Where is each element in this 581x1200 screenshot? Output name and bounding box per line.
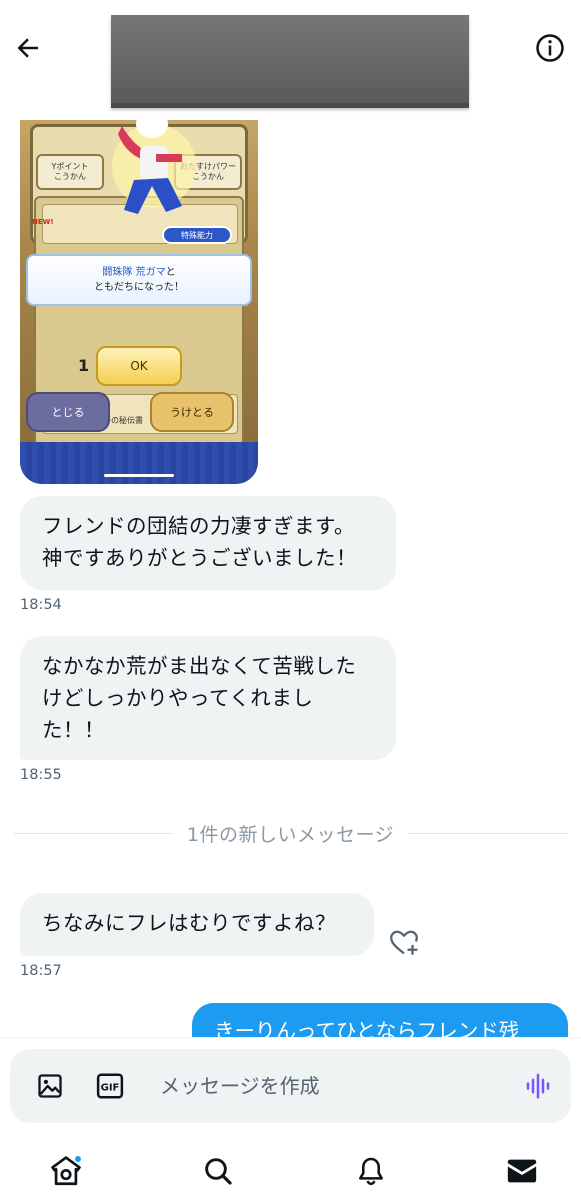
message-bubble[interactable]: ちなみにフレはむりですよね？ bbox=[20, 893, 374, 956]
home-indicator bbox=[104, 474, 174, 477]
message-line: ちなみにフレはむりですよね？ bbox=[42, 911, 336, 935]
friend-name: 闘珠隊 荒ガマ bbox=[102, 267, 166, 278]
add-gif-button[interactable]: GIF bbox=[94, 1070, 126, 1102]
friend-dialog: 闘珠隊 荒ガマと ともだちになった！ bbox=[26, 254, 252, 306]
nav-search[interactable] bbox=[196, 1149, 240, 1193]
message-line: た！！ bbox=[42, 718, 105, 742]
message-timestamp: 18:57 bbox=[20, 963, 62, 979]
game-tab-ypoint-label: Yポイント こうかん bbox=[51, 161, 89, 181]
skill-badge: 特殊能力 bbox=[162, 226, 232, 244]
message-composer: GIF bbox=[10, 1049, 571, 1123]
nav-home[interactable] bbox=[44, 1149, 88, 1193]
message-line: 神ですありがとうございました！ bbox=[42, 546, 357, 570]
arrow-left-icon bbox=[17, 38, 38, 58]
game-floor bbox=[20, 442, 258, 484]
heart-plus-icon bbox=[390, 930, 418, 955]
friend-dialog-line1: 闘珠隊 荒ガマと bbox=[102, 265, 175, 280]
voice-waveform-icon bbox=[526, 1073, 550, 1099]
message-bubble[interactable]: フレンドの団結の力凄すぎます。 神ですありがとうございました！ bbox=[20, 496, 396, 590]
divider-line bbox=[408, 832, 567, 834]
new-messages-divider: 1件の新しいメッセージ bbox=[14, 820, 567, 846]
message-line: けどしっかりやってくれまし bbox=[42, 686, 314, 710]
gif-icon: GIF bbox=[96, 1073, 124, 1099]
game-close-button: とじる bbox=[26, 392, 110, 432]
message-image-attachment[interactable]: Yポイント こうかん おたすけパワー こうかん 神ひっさつの秘伝書 NEW! 特… bbox=[20, 106, 258, 484]
game-tab-ypoint: Yポイント こうかん bbox=[36, 154, 104, 190]
new-label: NEW! bbox=[32, 218, 54, 226]
add-image-button[interactable] bbox=[34, 1070, 66, 1102]
game-receive-button: うけとる bbox=[150, 392, 234, 432]
info-icon bbox=[536, 34, 564, 62]
add-reaction-button[interactable] bbox=[386, 924, 422, 960]
nav-messages[interactable] bbox=[500, 1149, 544, 1193]
back-button[interactable] bbox=[8, 28, 48, 68]
divider-label: 1件の新しいメッセージ bbox=[186, 823, 395, 846]
message-input[interactable] bbox=[160, 1067, 500, 1105]
redacted-username bbox=[111, 15, 469, 108]
friend-dialog-line2: ともだちになった！ bbox=[94, 282, 184, 293]
notifications-icon bbox=[359, 1157, 383, 1186]
game-ok-button: OK bbox=[96, 346, 182, 386]
bottom-navigation bbox=[0, 1137, 581, 1200]
character-illustration bbox=[112, 110, 196, 214]
nav-notifications[interactable] bbox=[349, 1149, 393, 1193]
search-icon bbox=[205, 1158, 232, 1185]
conversation-info-button[interactable] bbox=[530, 28, 570, 68]
gif-label: GIF bbox=[101, 1082, 120, 1093]
image-icon bbox=[38, 1074, 62, 1098]
messages-icon bbox=[507, 1159, 537, 1183]
friend-dialog-suffix: と bbox=[165, 267, 176, 278]
message-line: フレンドの団結の力凄すぎます。 bbox=[42, 514, 355, 538]
message-timestamp: 18:54 bbox=[20, 597, 62, 613]
divider-line bbox=[14, 832, 173, 834]
message-line: なかなか荒がま出なくて苦戦した bbox=[42, 654, 357, 678]
conversation-header bbox=[0, 0, 581, 120]
new-content-dot bbox=[74, 1155, 82, 1163]
message-timestamp: 18:55 bbox=[20, 767, 62, 783]
dm-conversation-screen: Yポイント こうかん おたすけパワー こうかん 神ひっさつの秘伝書 NEW! 特… bbox=[0, 0, 581, 1200]
voice-message-button[interactable] bbox=[522, 1070, 554, 1102]
item-count: 1 bbox=[78, 356, 90, 375]
message-composer-bar: GIF bbox=[0, 1037, 581, 1137]
message-bubble[interactable]: なかなか荒がま出なくて苦戦した けどしっかりやってくれまし た！！ bbox=[20, 636, 396, 760]
